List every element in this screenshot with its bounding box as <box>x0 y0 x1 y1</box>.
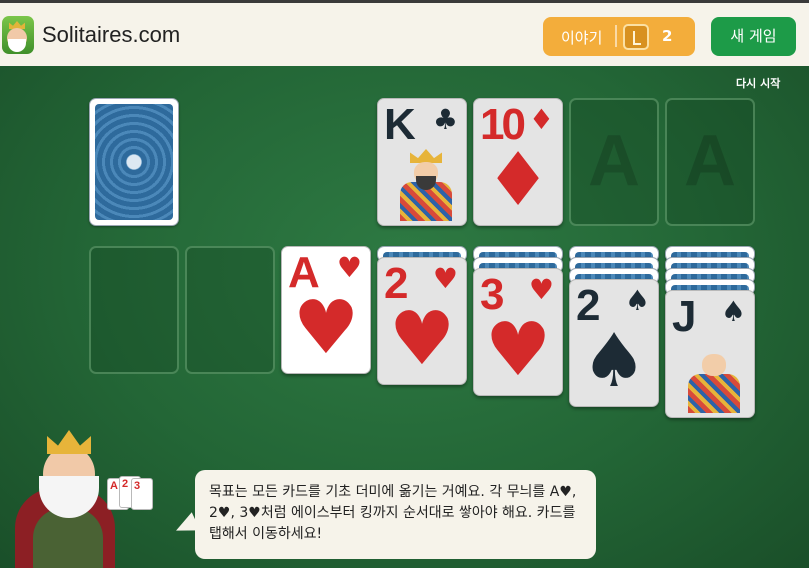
tutorial-speech-bubble: 목표는 모든 카드를 기초 더미에 옮기는 거예요. 각 무늬를 A♥, 2♥,… <box>195 470 596 559</box>
book-icon <box>623 24 649 50</box>
foundation-card-king-clubs[interactable]: K ♣ <box>377 98 467 226</box>
story-count: 2 <box>662 27 673 45</box>
king-face-art <box>400 149 452 221</box>
heart-suit-icon: ♥ <box>336 251 362 284</box>
story-button-label: 이야기 <box>561 29 603 47</box>
heart-suit-icon: ♥ <box>432 262 458 295</box>
foundation-card-ten-diamonds[interactable]: 10 ♦ ♦ <box>473 98 563 226</box>
diamond-suit-icon: ♦ <box>528 103 554 136</box>
top-bar: Solitaires.com 이야기 2 새 게임 <box>0 0 809 66</box>
tableau-card-ace-hearts[interactable]: A ♥ ♥ <box>281 246 371 374</box>
heart-suit-icon: ♥ <box>292 285 360 371</box>
spade-suit-icon: ♠ <box>720 295 746 328</box>
tableau-slot-empty[interactable] <box>89 246 179 374</box>
tableau-card-two-spades[interactable]: 2 ♠ ♠ <box>569 279 659 407</box>
heart-suit-icon: ♥ <box>388 296 456 382</box>
mascot-hand-cards: A 2 3 <box>107 474 155 518</box>
foundation-slot-empty[interactable]: A <box>569 98 659 226</box>
spade-suit-icon: ♠ <box>580 318 648 404</box>
jack-face-art <box>688 341 740 413</box>
foundation-placeholder-label: A <box>684 121 736 201</box>
card-rank: K <box>384 100 416 149</box>
tableau-card-three-hearts[interactable]: 3 ♥ ♥ <box>473 268 563 396</box>
story-button[interactable]: 이야기 2 <box>543 17 695 56</box>
heart-suit-icon: ♥ <box>528 273 554 306</box>
restart-button[interactable]: 다시 시작 <box>736 75 780 91</box>
heart-suit-icon: ♥ <box>484 307 552 393</box>
new-game-button[interactable]: 새 게임 <box>711 17 796 56</box>
king-logo-icon[interactable] <box>2 16 34 54</box>
foundation-placeholder-label: A <box>588 121 640 201</box>
mini-card: 3 <box>131 478 153 510</box>
tableau-slot-empty[interactable] <box>185 246 275 374</box>
foundation-slot-empty[interactable]: A <box>665 98 755 226</box>
diamond-suit-icon: ♦ <box>484 137 552 223</box>
tutorial-message: 목표는 모든 카드를 기초 더미에 옮기는 거예요. 각 무늬를 A♥, 2♥,… <box>209 484 577 542</box>
story-divider <box>615 25 617 47</box>
stock-pile[interactable] <box>89 98 179 226</box>
tableau-card-two-hearts[interactable]: 2 ♥ ♥ <box>377 257 467 385</box>
club-suit-icon: ♣ <box>432 103 458 136</box>
spade-suit-icon: ♠ <box>624 284 650 317</box>
card-rank: J <box>672 292 697 341</box>
site-title[interactable]: Solitaires.com <box>42 22 180 48</box>
tableau-card-jack-spades[interactable]: J ♠ <box>665 290 755 418</box>
king-mascot-icon: A 2 3 <box>15 428 165 568</box>
